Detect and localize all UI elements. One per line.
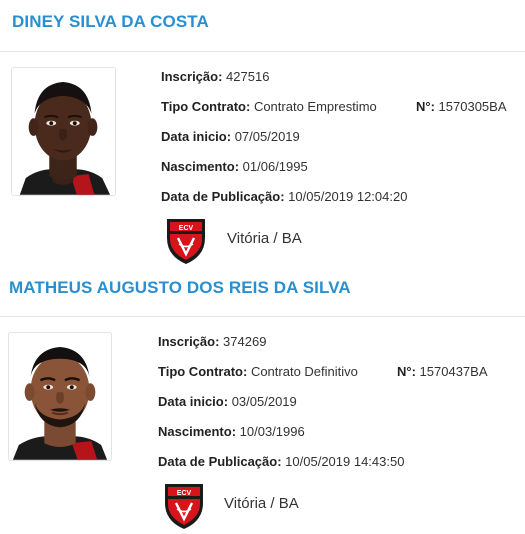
inscricao-row: Inscrição: 427516 bbox=[161, 69, 269, 84]
contract-number-row: N°: 1570437BA bbox=[397, 364, 488, 379]
tipo-contrato-label: Tipo Contrato: bbox=[161, 99, 251, 114]
data-publicacao-row: Data de Publicação: 10/05/2019 12:04:20 bbox=[161, 189, 407, 204]
club-info: ECV Vitória / BA bbox=[165, 216, 365, 266]
svg-text:ECV: ECV bbox=[177, 490, 192, 497]
inscricao-value: 427516 bbox=[226, 69, 270, 84]
data-publicacao-value: 10/05/2019 14:43:50 bbox=[285, 454, 405, 469]
player-name[interactable]: MATHEUS AUGUSTO DOS REIS DA SILVA bbox=[9, 278, 351, 298]
contract-number-row: N°: 1570305BA bbox=[416, 99, 507, 114]
club-name[interactable]: Vitória / BA bbox=[224, 495, 299, 512]
inscricao-row: Inscrição: 374269 bbox=[158, 334, 266, 349]
data-inicio-row: Data inicio: 03/05/2019 bbox=[158, 394, 297, 409]
divider bbox=[0, 51, 525, 52]
data-publicacao-label: Data de Publicação: bbox=[161, 189, 285, 204]
nascimento-value: 01/06/1995 bbox=[242, 159, 308, 174]
player-photo-image bbox=[9, 333, 111, 460]
data-inicio-label: Data inicio: bbox=[158, 394, 229, 409]
vitoria-crest-icon: ECV bbox=[165, 484, 203, 529]
nascimento-row: Nascimento: 01/06/1995 bbox=[161, 159, 308, 174]
nascimento-label: Nascimento: bbox=[161, 159, 240, 174]
data-publicacao-label: Data de Publicação: bbox=[158, 454, 282, 469]
tipo-contrato-value: Contrato Emprestimo bbox=[253, 99, 377, 114]
contract-number-value: 1570305BA bbox=[438, 99, 507, 114]
contract-number-label: N°: bbox=[397, 364, 416, 379]
inscricao-label: Inscrição: bbox=[158, 334, 220, 349]
data-inicio-row: Data inicio: 07/05/2019 bbox=[161, 129, 300, 144]
inscricao-value: 374269 bbox=[223, 334, 267, 349]
data-publicacao-row: Data de Publicação: 10/05/2019 14:43:50 bbox=[158, 454, 404, 469]
club-info: ECV Vitória / BA bbox=[163, 481, 363, 531]
data-publicacao-value: 10/05/2019 12:04:20 bbox=[288, 189, 408, 204]
player-name[interactable]: DINEY SILVA DA COSTA bbox=[12, 12, 209, 32]
player-photo bbox=[11, 67, 116, 196]
player-card: DINEY SILVA DA COSTA Inscrição: 427516 T… bbox=[0, 0, 525, 264]
data-inicio-label: Data inicio: bbox=[161, 129, 232, 144]
player-photo bbox=[8, 332, 112, 461]
player-card: MATHEUS AUGUSTO DOS REIS DA SILVA Inscri… bbox=[0, 262, 525, 534]
contract-number-value: 1570437BA bbox=[419, 364, 488, 379]
tipo-contrato-row: Tipo Contrato: Contrato Definitivo bbox=[158, 364, 358, 379]
tipo-contrato-row: Tipo Contrato: Contrato Emprestimo bbox=[161, 99, 377, 114]
club-name[interactable]: Vitória / BA bbox=[227, 230, 302, 247]
vitoria-crest-icon: ECV bbox=[167, 219, 205, 264]
tipo-contrato-label: Tipo Contrato: bbox=[158, 364, 248, 379]
data-inicio-value: 03/05/2019 bbox=[231, 394, 297, 409]
data-inicio-value: 07/05/2019 bbox=[234, 129, 300, 144]
divider bbox=[0, 316, 525, 317]
tipo-contrato-value: Contrato Definitivo bbox=[250, 364, 358, 379]
nascimento-value: 10/03/1996 bbox=[239, 424, 305, 439]
nascimento-label: Nascimento: bbox=[158, 424, 237, 439]
svg-text:ECV: ECV bbox=[179, 225, 194, 232]
player-photo-image bbox=[12, 68, 115, 195]
nascimento-row: Nascimento: 10/03/1996 bbox=[158, 424, 305, 439]
contract-number-label: N°: bbox=[416, 99, 435, 114]
inscricao-label: Inscrição: bbox=[161, 69, 223, 84]
